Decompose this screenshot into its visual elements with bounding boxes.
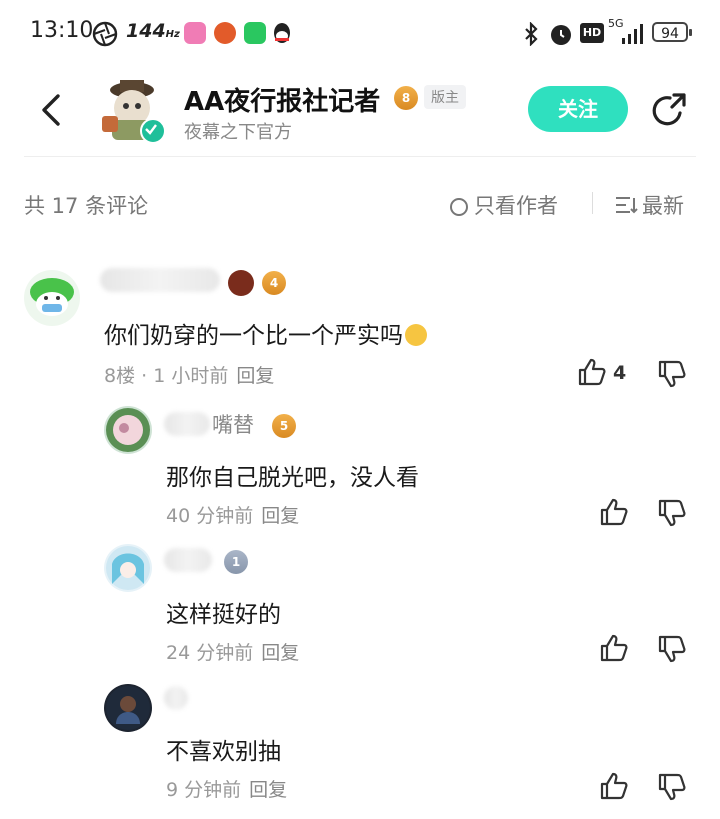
thumbs-down-icon[interactable] <box>656 633 688 665</box>
guild-badge-icon <box>228 270 254 296</box>
thumbs-down-icon[interactable] <box>656 497 688 529</box>
avatar[interactable] <box>104 544 152 592</box>
header-divider <box>24 156 696 157</box>
share-icon[interactable] <box>650 91 690 131</box>
status-time: 13:10 <box>30 18 94 43</box>
thumbs-down-icon[interactable] <box>656 358 688 390</box>
only-author-toggle[interactable]: 只看作者 <box>450 190 558 220</box>
moderator-badge: 版主 <box>424 85 466 109</box>
verified-badge-icon <box>140 118 166 144</box>
filter-divider <box>592 192 593 214</box>
username-row: 嘴替 <box>164 409 254 439</box>
reply-button[interactable]: 回复 <box>249 779 287 801</box>
back-icon[interactable] <box>34 90 70 130</box>
author-name[interactable]: AA夜行报社记者 <box>184 81 380 118</box>
reply-button[interactable]: 回复 <box>261 642 299 664</box>
follow-button[interactable]: 关注 <box>528 86 628 132</box>
app-notification-icon <box>214 22 236 44</box>
comment-text: 这样挺好的 <box>166 602 281 628</box>
comment-count: 共 17 条评论 <box>24 194 149 218</box>
username[interactable] <box>164 686 188 710</box>
emoji-icon <box>405 324 427 346</box>
comment-text: 你们奶穿的一个比一个严实吗 <box>104 316 427 350</box>
username[interactable] <box>100 268 220 292</box>
thumbs-up-icon[interactable] <box>598 632 630 664</box>
like-count: 4 <box>613 362 627 384</box>
username[interactable] <box>164 548 212 572</box>
comment-meta: 24 分钟前 回复 <box>166 642 300 664</box>
avatar[interactable] <box>104 406 152 454</box>
level-badge: 4 <box>262 271 286 295</box>
level-badge: 5 <box>272 414 296 438</box>
author-subtitle: 夜幕之下官方 <box>184 122 292 143</box>
avatar[interactable] <box>104 684 152 732</box>
thumbs-up-icon[interactable] <box>598 770 630 802</box>
qq-icon <box>274 23 290 43</box>
level-badge: 8 <box>394 86 418 110</box>
battery-indicator: 94 <box>652 22 692 42</box>
alarm-icon <box>551 25 571 45</box>
level-badge: 1 <box>224 550 248 574</box>
wechat-icon <box>244 22 266 44</box>
hd-icon: HD <box>580 23 604 43</box>
username[interactable]: 嘴替 <box>212 409 254 439</box>
aperture-icon <box>92 21 118 47</box>
reply-button[interactable]: 回复 <box>236 365 274 387</box>
comment-meta: 9 分钟前 回复 <box>166 779 288 801</box>
reply-button[interactable]: 回复 <box>261 505 299 527</box>
thumbs-up-icon[interactable] <box>598 496 630 528</box>
sort-label: 最新 <box>642 194 684 218</box>
radio-circle-icon <box>450 198 468 216</box>
thumbs-up-icon[interactable] <box>576 356 608 388</box>
only-author-label: 只看作者 <box>474 194 558 218</box>
thumbs-down-icon[interactable] <box>656 771 688 803</box>
avatar[interactable] <box>24 270 80 326</box>
comment-text: 那你自己脱光吧，没人看 <box>166 465 419 491</box>
comment-meta: 40 分钟前 回复 <box>166 505 300 527</box>
status-bar: 13:10 144Hz HD 5G 94 <box>0 0 720 66</box>
refresh-rate: 144Hz <box>126 20 180 42</box>
sort-icon <box>616 197 638 214</box>
sort-button[interactable]: 最新 <box>614 190 684 220</box>
comment-meta: 8楼 · 1 小时前 回复 <box>104 365 275 387</box>
username-blur <box>164 412 210 436</box>
comment-text: 不喜欢别抽 <box>166 739 281 765</box>
signal-icon <box>622 24 643 44</box>
app-notification-icon <box>184 22 206 44</box>
bluetooth-icon <box>525 22 538 46</box>
